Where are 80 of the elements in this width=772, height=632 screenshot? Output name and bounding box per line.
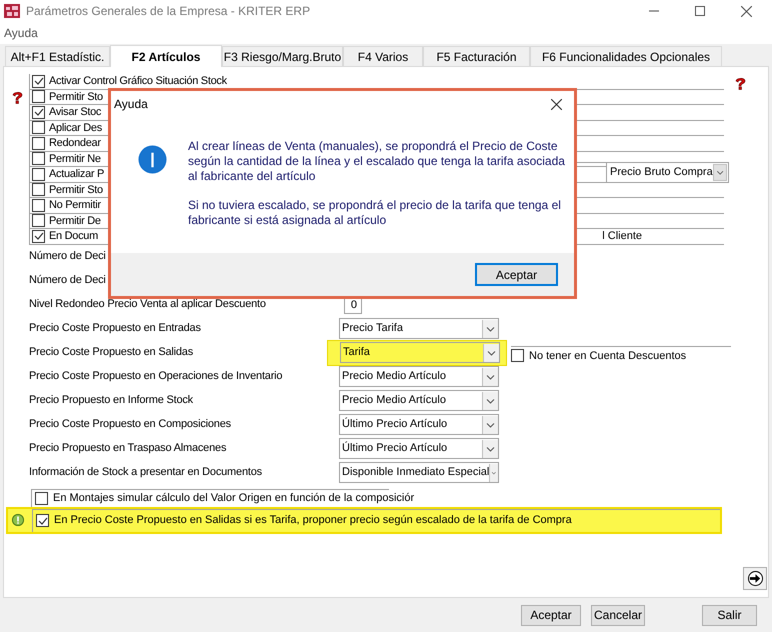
button[interactable]: Salir	[702, 604, 757, 626]
checkbox[interactable]	[32, 183, 45, 196]
maximize-icon[interactable]	[695, 6, 705, 16]
field-label: Información de Stock a presentar en Documentos	[29, 465, 263, 480]
field-label: Nivel Redondeo Precio Venta al aplicar Descuento	[29, 297, 267, 312]
checkbox[interactable]	[32, 214, 45, 228]
app-icon	[4, 4, 20, 18]
chevron-down-icon	[482, 320, 498, 338]
select-field[interactable]: Precio Medio Artículo	[339, 390, 499, 411]
select-field[interactable]: Precio Bruto Compra	[606, 162, 729, 183]
chevron-down-icon	[482, 416, 498, 434]
field-label: Precio Coste Propuesto en Salidas	[29, 345, 194, 360]
select-field[interactable]: Último Precio Artículo	[339, 438, 499, 459]
checkbox-label: Permitir Sto	[49, 182, 103, 197]
arrow-right-icon	[748, 571, 762, 586]
info-icon	[138, 145, 167, 174]
menu-item[interactable]: Ayuda	[4, 24, 38, 42]
field-label: Número de Deci	[29, 249, 107, 264]
checkbox[interactable]	[32, 74, 45, 88]
checkbox-label: Permitir Sto	[49, 90, 103, 104]
tab[interactable]: F3 Riesgo/Marg.Bruto	[222, 46, 343, 66]
checkbox-label: No Permitir	[49, 198, 101, 212]
checkbox[interactable]	[32, 136, 45, 150]
dialog-message: Al crear líneas de Venta (manuales), se propondrá el Precio de Coste según la cantidad de la línea y el escalado que tenga la tarifa asociada al fabricante del artículo	[188, 139, 566, 184]
tab[interactable]: Alt+F1 Estadístic.	[5, 46, 110, 66]
button[interactable]: Cancelar	[591, 604, 645, 626]
chevron-down-icon	[482, 368, 498, 386]
chevron-down-icon	[482, 392, 498, 410]
field-label: Precio Coste Propuesto en Entradas	[29, 321, 202, 336]
ok-button[interactable]: Aceptar	[475, 263, 558, 286]
select-field[interactable]: Precio Tarifa	[339, 318, 499, 339]
checkbox[interactable]	[32, 121, 45, 134]
checkbox[interactable]	[32, 198, 45, 212]
checkbox[interactable]	[511, 349, 524, 362]
next-button[interactable]	[743, 567, 767, 590]
tab[interactable]: F6 Funcionalidades Opcionales	[530, 46, 722, 66]
checkbox[interactable]	[36, 514, 49, 527]
select-field[interactable]: Tarifa	[340, 342, 500, 363]
checkbox-label: Actualizar P	[49, 167, 104, 182]
field-label: Precio Propuesto en Informe Stock	[29, 393, 194, 408]
help-icon[interactable]	[734, 77, 747, 91]
tab[interactable]: F5 Facturación	[423, 46, 530, 66]
help-icon[interactable]	[11, 91, 24, 105]
checkbox-label: Aplicar Des	[49, 120, 102, 135]
tab[interactable]: F2 Artículos	[110, 45, 222, 67]
chevron-down-icon	[489, 464, 498, 482]
select-field[interactable]: Precio Medio Artículo	[339, 366, 499, 387]
button[interactable]: Aceptar	[521, 604, 581, 626]
chevron-down-icon	[712, 164, 727, 181]
chevron-down-icon	[482, 440, 498, 458]
field-label: Precio Propuesto en Traspaso Almacenes	[29, 441, 228, 456]
close-icon[interactable]	[741, 6, 752, 16]
checkbox-label: Permitir De	[49, 214, 101, 228]
window-title: Parámetros Generales de la Empresa - KRITER ERP	[26, 3, 310, 20]
checkbox-label: En Montajes simular cálculo del Valor Origen en función de la composiciór	[53, 490, 414, 506]
checkbox-label: Permitir Ne	[49, 152, 101, 166]
field-label: Número de Deci	[29, 273, 107, 288]
checkbox-label: Activar Control Gráfico Situación Stock	[49, 74, 227, 88]
field-label: Precio Coste Propuesto en Composiciones	[29, 417, 232, 432]
tab[interactable]: F4 Varios	[343, 46, 423, 66]
field-label: Precio Coste Propuesto en Operaciones de Inventario	[29, 369, 284, 384]
checkbox-label: No tener en Cuenta Descuentos	[529, 348, 686, 364]
select-field[interactable]: Disponible Inmediato Especial	[339, 462, 499, 483]
checkbox[interactable]	[35, 492, 48, 504]
dialog-title: Ayuda	[114, 96, 148, 113]
checkbox[interactable]	[32, 106, 45, 119]
close-icon[interactable]	[551, 98, 562, 110]
chevron-down-icon	[483, 344, 499, 362]
checkbox-label: En Precio Coste Propuesto en Salidas si es Tarifa, proponer precio según escalado de la tarifa de Compra	[54, 513, 572, 528]
checkbox[interactable]	[32, 168, 45, 181]
checkbox-label: Redondear	[49, 136, 101, 150]
select-value: Precio Bruto Compra	[609, 165, 713, 180]
checkbox-label: En Docum	[49, 229, 98, 244]
select-field[interactable]: Último Precio Artículo	[339, 414, 499, 435]
checkbox[interactable]	[32, 90, 45, 104]
checkbox-label: l Cliente	[602, 229, 642, 244]
checkbox[interactable]	[32, 152, 45, 166]
dialog-message: Si no tuviera escalado, se propondrá el precio de la tarifa que tenga el fabricante si está asignada al artículo	[188, 198, 562, 228]
checkbox-label: Avisar Stoc	[49, 105, 102, 120]
checkbox[interactable]	[32, 230, 45, 243]
